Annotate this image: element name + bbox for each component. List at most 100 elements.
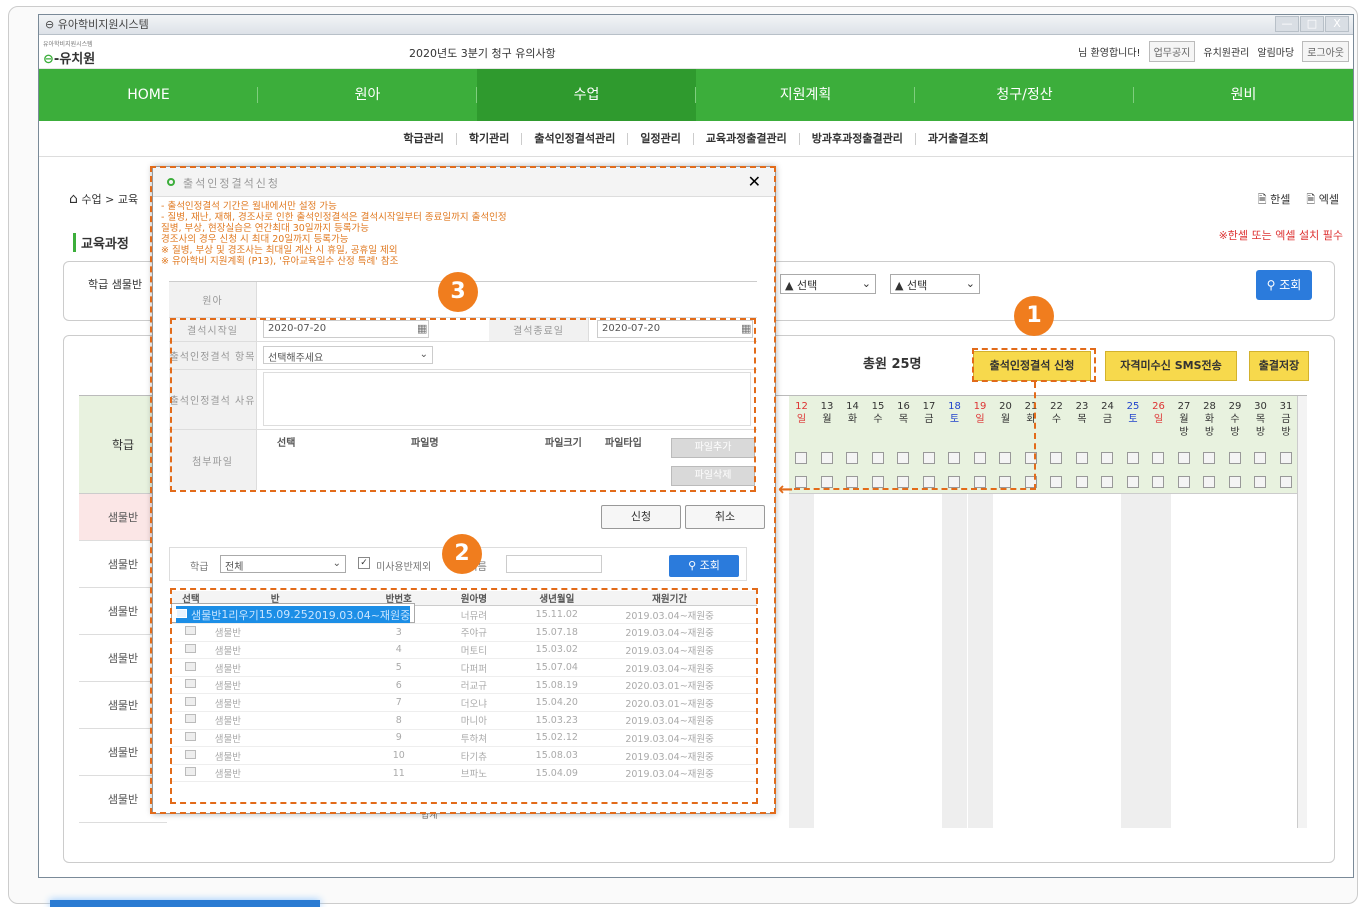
day-checkbox[interactable] <box>897 452 909 464</box>
day-checkbox[interactable] <box>795 476 807 488</box>
filter-class-label: 학급 샘물반 <box>88 278 143 291</box>
day-weekday: 목 <box>1077 414 1087 425</box>
day-checkbox[interactable] <box>922 452 935 464</box>
filter-select-2[interactable]: ▲ 선택 ⌄ <box>890 274 980 294</box>
day-checkbox[interactable] <box>897 476 909 488</box>
day-column-header: 26 일 <box>1146 400 1171 426</box>
weekend-column <box>789 494 814 828</box>
day-weekday: 수 <box>873 414 883 425</box>
day-column-header: 20 월 <box>993 400 1018 426</box>
nav-billing[interactable]: 청구/정산 <box>915 69 1134 121</box>
alarm-link[interactable]: 알림마당 <box>1257 44 1294 59</box>
nav-tuition[interactable]: 원비 <box>1134 69 1353 121</box>
day-checkbox[interactable] <box>1050 476 1062 488</box>
day-checkbox[interactable] <box>948 476 960 488</box>
day-checkbox[interactable] <box>1126 452 1139 464</box>
day-checkbox[interactable] <box>1279 476 1292 488</box>
attendance-save-button[interactable]: 출결저장 <box>1249 351 1309 381</box>
subnav-absence-mgmt[interactable]: 출석인정결석관리 <box>522 132 629 145</box>
file-icon: 🗎 <box>1306 193 1316 206</box>
day-number: 29 <box>1228 401 1242 412</box>
day-checkbox[interactable] <box>1075 452 1088 464</box>
day-checkbox[interactable] <box>1101 452 1113 464</box>
day-weekday: 화 <box>1026 414 1036 425</box>
day-checkbox[interactable] <box>795 452 807 464</box>
day-weekday: 토 <box>949 414 960 425</box>
logout-button[interactable]: 로그아웃 <box>1302 41 1349 62</box>
excel-link[interactable]: 🗎 엑셀 <box>1306 191 1339 210</box>
day-checkbox[interactable] <box>820 452 833 464</box>
day-number: 24 <box>1101 401 1114 412</box>
subnav-class-mgmt[interactable]: 학급관리 <box>391 132 457 145</box>
grid-scrollbar[interactable] <box>1297 396 1307 828</box>
day-checkbox[interactable] <box>1228 476 1241 488</box>
day-checkbox[interactable] <box>1050 452 1062 464</box>
kindergarten-admin-link[interactable]: 유치원관리 <box>1203 44 1249 59</box>
day-checkbox[interactable] <box>1254 452 1266 464</box>
day-column-header: 24 금 <box>1095 400 1120 426</box>
subnav-edu-attendance[interactable]: 교육과정출결관리 <box>694 132 800 145</box>
hancell-link[interactable]: 🗎 한셀 <box>1258 191 1291 210</box>
day-checkbox[interactable] <box>922 476 935 488</box>
day-checkbox[interactable] <box>871 476 884 488</box>
notice-link[interactable]: 2020년도 3분기 청구 유의사항 <box>409 45 556 61</box>
day-checkbox[interactable] <box>1279 452 1292 464</box>
day-checkbox[interactable] <box>1228 452 1241 464</box>
day-checkbox[interactable] <box>1126 476 1139 488</box>
home-icon[interactable]: ⌂ <box>69 191 78 207</box>
day-checkbox[interactable] <box>820 476 833 488</box>
day-weekday: 일 <box>796 414 807 425</box>
day-checkbox[interactable] <box>871 452 884 464</box>
day-checkbox[interactable] <box>1101 476 1113 488</box>
day-checkbox[interactable] <box>846 452 858 464</box>
day-checkbox[interactable] <box>1075 476 1088 488</box>
day-number: 23 <box>1075 401 1089 412</box>
filter-select-1[interactable]: ▲ 선택 ⌄ <box>780 274 876 294</box>
form-highlight <box>170 318 756 492</box>
chevron-down-icon: ⌄ <box>965 277 975 290</box>
maximize-button[interactable]: □ <box>1300 16 1324 32</box>
install-warning: ※한셀 또는 엑셀 설치 필수 <box>1218 229 1343 242</box>
day-checkbox[interactable] <box>973 452 986 464</box>
day-checkbox[interactable] <box>1203 476 1215 488</box>
nav-support-plan[interactable]: 지원계획 <box>696 69 915 121</box>
arrow-left-icon: ← <box>778 479 794 500</box>
subnav-schedule-mgmt[interactable]: 일정관리 <box>628 132 694 145</box>
weekend-column <box>942 494 967 828</box>
export-links: 🗎 한셀 🗎 엑셀 <box>1258 191 1339 210</box>
day-checkbox[interactable] <box>999 476 1011 488</box>
day-checkbox[interactable] <box>999 452 1011 464</box>
day-checkbox[interactable] <box>1177 476 1190 488</box>
subnav-past-attendance[interactable]: 과거출결조회 <box>916 132 1001 145</box>
notice-board-link[interactable]: 업무공지 <box>1148 41 1196 62</box>
day-checkbox[interactable] <box>846 476 858 488</box>
sms-send-button[interactable]: 자격미수신 SMS전송 <box>1105 351 1237 381</box>
day-checkbox[interactable] <box>973 476 986 488</box>
day-column-header: 16 목 <box>891 400 916 426</box>
minimize-button[interactable]: — <box>1275 16 1299 32</box>
total-count: 총원 25명 <box>863 357 922 372</box>
day-checkbox[interactable] <box>1177 452 1190 464</box>
close-window-button[interactable]: X <box>1325 16 1349 32</box>
nav-class[interactable]: 수업 <box>477 69 696 121</box>
day-column-header: 12 일 <box>789 400 814 426</box>
day-number: 17 <box>922 401 936 412</box>
logo[interactable]: 유아학비지원시스템 ⊖-유치원 <box>43 39 95 67</box>
nav-home[interactable]: HOME <box>39 69 258 121</box>
day-checkbox[interactable] <box>1152 452 1164 464</box>
subnav-afterschool-attendance[interactable]: 방과후과정출결관리 <box>800 132 916 145</box>
search-button[interactable]: ⚲ 조회 <box>1256 270 1312 300</box>
nav-children[interactable]: 원아 <box>258 69 477 121</box>
day-checkbox[interactable] <box>948 452 960 464</box>
day-checkbox[interactable] <box>1152 476 1164 488</box>
day-column-header: 17 금 <box>917 400 942 426</box>
day-checkbox[interactable] <box>1254 476 1266 488</box>
day-weekday: 금 <box>1281 414 1291 425</box>
day-weekday: 일 <box>1153 414 1164 425</box>
sort-icon: ▲ <box>895 279 904 292</box>
main-nav: HOME 원아 수업 지원계획 청구/정산 원비 <box>39 69 1353 121</box>
day-checkbox[interactable] <box>1203 452 1215 464</box>
subnav-semester-mgmt[interactable]: 학기관리 <box>457 132 523 145</box>
day-number: 18 <box>948 401 961 412</box>
day-weekday: 일 <box>975 414 985 425</box>
